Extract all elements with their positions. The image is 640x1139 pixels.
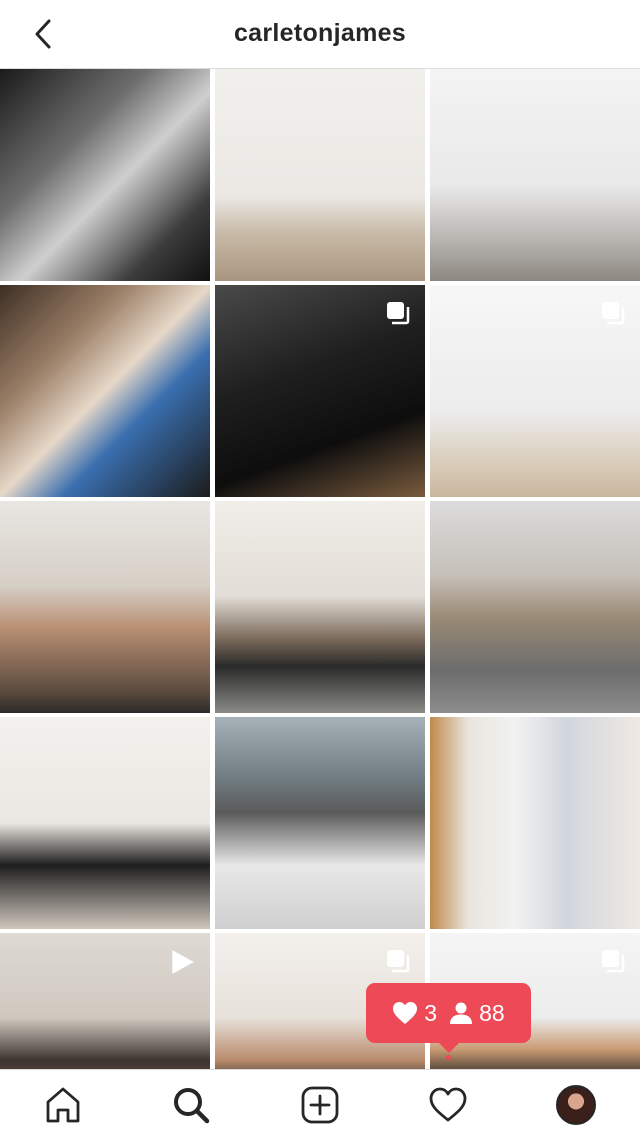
followers-count: 88 <box>479 999 505 1026</box>
profile-username: carletonjames <box>233 19 407 47</box>
tab-activity[interactable] <box>428 1085 468 1125</box>
tab-new-post[interactable] <box>300 1085 340 1125</box>
carousel-icon <box>602 950 625 973</box>
likes-group: 3 <box>392 1000 437 1027</box>
bottom-tab-bar <box>0 1069 640 1139</box>
search-icon <box>174 1088 210 1124</box>
home-icon <box>46 1087 80 1123</box>
followers-group: 88 <box>449 1000 505 1027</box>
post-thumbnail[interactable] <box>215 69 425 281</box>
add-post-icon <box>301 1086 339 1124</box>
post-thumbnail[interactable] <box>430 285 640 497</box>
heart-icon <box>429 1087 467 1122</box>
carousel-icon <box>602 302 625 325</box>
post-thumbnail[interactable] <box>0 69 210 281</box>
tab-search[interactable] <box>171 1085 211 1125</box>
carousel-icon <box>387 950 410 973</box>
activity-notification-bubble[interactable]: 3 88 <box>366 983 531 1053</box>
post-thumbnail[interactable] <box>215 285 425 497</box>
post-thumbnail[interactable] <box>0 717 210 929</box>
post-thumbnail[interactable] <box>430 717 640 929</box>
tab-home[interactable] <box>43 1085 83 1125</box>
posts-grid <box>0 69 640 1069</box>
post-thumbnail[interactable] <box>0 933 210 1069</box>
carousel-icon <box>387 302 410 325</box>
post-thumbnail[interactable] <box>215 501 425 713</box>
tab-profile[interactable] <box>556 1085 596 1125</box>
likes-count: 3 <box>424 999 438 1026</box>
activity-indicator-dot <box>446 1055 451 1060</box>
post-thumbnail[interactable] <box>0 285 210 497</box>
video-play-icon <box>172 950 194 974</box>
post-thumbnail[interactable] <box>430 501 640 713</box>
profile-header: carletonjames <box>0 0 640 69</box>
profile-avatar <box>556 1085 596 1125</box>
post-thumbnail[interactable] <box>430 69 640 281</box>
heart-filled-icon <box>393 1002 418 1024</box>
post-thumbnail[interactable] <box>215 717 425 929</box>
post-thumbnail[interactable] <box>0 501 210 713</box>
person-icon <box>450 1002 473 1024</box>
